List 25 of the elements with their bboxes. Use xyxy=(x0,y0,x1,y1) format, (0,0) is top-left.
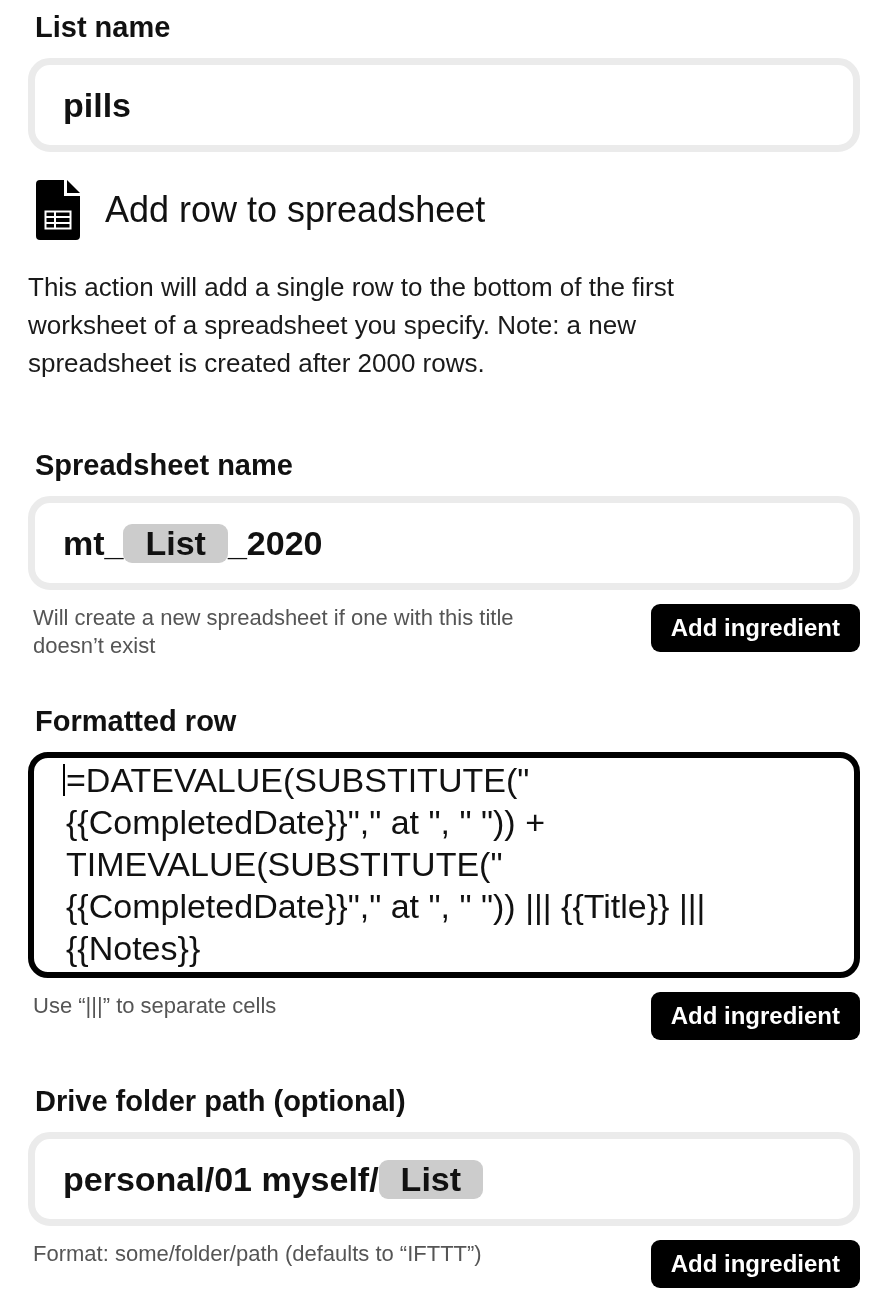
field-value-text: _2020 xyxy=(227,522,323,564)
help-text: Use “|||” to separate cells xyxy=(33,993,277,1018)
text-cursor-icon xyxy=(63,764,65,796)
field-label: Formatted row xyxy=(34,704,238,738)
action-description: This action will add a single row to the bottom of the first worksheet of a spreadsheet you specify. Note: a new spreadsheet is created after 2000 rows. xyxy=(28,271,675,380)
field-label: List name xyxy=(34,10,172,44)
text-area[interactable]: =DATEVALUE(SUBSTITUTE(" {{CompletedDate}}"," at ", " ")) + TIMEVALUE(SUBSTITUTE(" {{CompletedDate}}"," at ", " ")) ||| {{Title}} ||| {{Notes}} xyxy=(28,752,860,978)
add-ingredient-button[interactable]: Add ingredient xyxy=(650,604,860,652)
field-value-text: mt_ xyxy=(63,522,124,564)
spreadsheet-file-icon xyxy=(36,180,80,240)
add-ingredient-button[interactable]: Add ingredient xyxy=(650,992,860,1040)
action-title: Add row to spreadsheet xyxy=(105,189,486,231)
help-text: Format: some/folder/path (defaults to “IFTTT”) xyxy=(33,1241,482,1266)
field-label: Spreadsheet name xyxy=(34,448,294,482)
help-text: Will create a new spreadsheet if one with this title doesn’t exist xyxy=(33,605,514,658)
text-field[interactable]: mt_ List _2020 xyxy=(28,496,860,590)
add-ingredient-button[interactable]: Add ingredient xyxy=(650,1240,860,1288)
ingredient-tag[interactable]: List xyxy=(123,523,228,563)
text-field[interactable]: personal/01 myself/ List xyxy=(28,1132,860,1226)
ingredient-tag[interactable]: List xyxy=(378,1159,484,1199)
text-field[interactable]: pills xyxy=(28,58,860,152)
field-value-text: =DATEVALUE(SUBSTITUTE(" {{CompletedDate}}"," at ", " ")) + TIMEVALUE(SUBSTITUTE(" {{CompletedDate}}"," at ", " ")) ||| {{Title}} ||| {{Notes}} xyxy=(66,761,706,967)
field-value-text: personal/01 myself/ xyxy=(63,1158,379,1200)
field-label: Drive folder path (optional) xyxy=(34,1084,407,1118)
field-value-text: pills xyxy=(63,84,132,126)
